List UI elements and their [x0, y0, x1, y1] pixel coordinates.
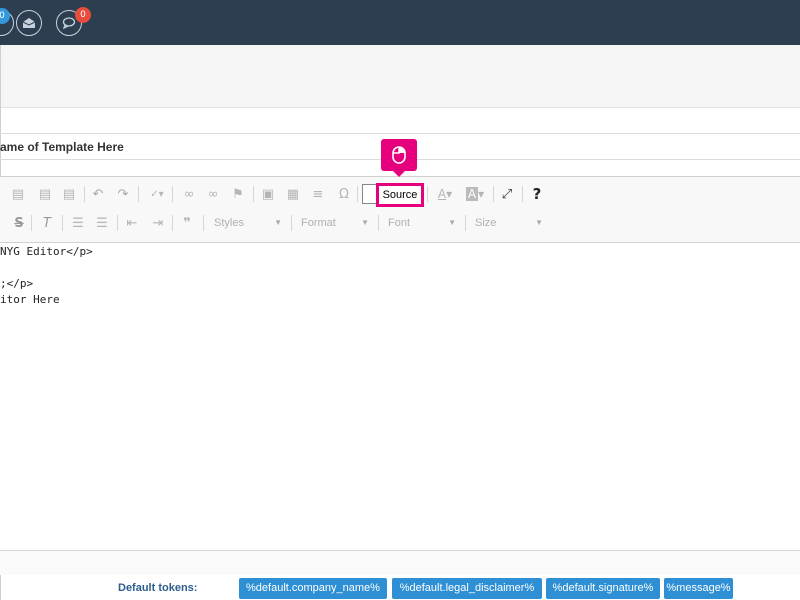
toolbar-separator — [427, 186, 428, 202]
toolbar-separator — [84, 186, 85, 202]
image-icon[interactable]: ▣ — [259, 185, 277, 203]
blockquote-icon[interactable]: ❞ — [178, 214, 196, 232]
undo-icon[interactable]: ↶ — [89, 185, 107, 203]
paste-word-icon[interactable]: ▤ — [60, 185, 78, 203]
toolbar-separator — [493, 186, 494, 202]
spellcheck-icon[interactable]: ✓▾ — [146, 185, 168, 203]
toolbar-separator — [357, 186, 358, 202]
top-navbar: 0 0 — [0, 0, 800, 45]
toolbar-separator — [117, 215, 118, 231]
toolbar-separator — [465, 215, 466, 231]
chevron-down-icon: ▼ — [361, 218, 369, 227]
size-dropdown-label: Size — [475, 217, 497, 229]
toolbar-separator — [172, 186, 173, 202]
source-editor-area[interactable]: NYG Editor</p> ;</p> itor Here — [0, 243, 800, 550]
messages-button[interactable] — [16, 10, 42, 36]
paste-text-icon[interactable]: ▤ — [36, 185, 54, 203]
token-message[interactable]: %message% — [664, 578, 733, 599]
numbered-list-icon[interactable]: ☰ — [69, 214, 87, 232]
table-icon[interactable]: ▦ — [284, 185, 302, 203]
token-legal-disclaimer[interactable]: %default.legal_disclaimer% — [392, 578, 542, 599]
anchor-flag-icon[interactable]: ⚑ — [229, 185, 247, 203]
chevron-down-icon: ▼ — [535, 218, 543, 227]
toolbar-separator — [62, 215, 63, 231]
click-indicator — [381, 139, 417, 177]
bulleted-list-icon[interactable]: ☰ — [93, 214, 111, 232]
increase-indent-icon[interactable]: ⇥ — [149, 214, 167, 232]
format-dropdown-label: Format — [301, 217, 336, 229]
font-dropdown-label: Font — [388, 217, 411, 229]
size-dropdown[interactable]: Size ▼ — [475, 213, 543, 233]
source-button[interactable]: Source — [376, 183, 424, 207]
editor-line: NYG Editor</p> — [0, 245, 93, 258]
paste-icon[interactable]: ▤ — [9, 185, 27, 203]
chevron-down-icon: ▼ — [274, 218, 282, 227]
editor-status-bar — [0, 550, 800, 575]
default-tokens-label: Default tokens: — [118, 582, 198, 594]
toolbar-separator — [203, 215, 204, 231]
remove-format-icon[interactable]: T — [38, 214, 56, 232]
envelope-icon — [22, 18, 36, 28]
link-icon[interactable]: ∞ — [180, 185, 198, 203]
horizontal-rule-icon[interactable]: ≡ — [309, 185, 327, 203]
toolbar-separator — [522, 186, 523, 202]
styles-dropdown-label: Styles — [214, 217, 244, 229]
token-company-name[interactable]: %default.company_name% — [239, 578, 387, 599]
decrease-indent-icon[interactable]: ⇤ — [123, 214, 141, 232]
strikethrough-icon[interactable]: S — [10, 214, 28, 232]
page-header-bar: › — [0, 45, 800, 108]
chat-count-badge: 0 — [75, 7, 91, 23]
editor-line: ;</p> — [0, 277, 34, 290]
editor-line: itor Here — [0, 293, 60, 306]
styles-dropdown[interactable]: Styles ▼ — [214, 213, 282, 233]
toolbar-separator — [172, 215, 173, 231]
toolbar-separator — [138, 186, 139, 202]
redo-icon[interactable]: ↷ — [114, 185, 132, 203]
background-color-icon[interactable]: A ▾ — [463, 185, 487, 203]
text-color-icon[interactable]: A ▾ — [434, 185, 456, 203]
maximize-icon[interactable]: ⤢ — [498, 185, 516, 203]
font-dropdown[interactable]: Font ▼ — [388, 213, 456, 233]
help-icon[interactable]: ? — [528, 185, 546, 203]
chevron-down-icon: ▼ — [448, 218, 456, 227]
unlink-icon[interactable]: ∞ — [204, 185, 222, 203]
toolbar-separator — [291, 215, 292, 231]
toolbar-separator — [253, 186, 254, 202]
special-char-omega-icon[interactable]: Ω — [335, 185, 353, 203]
toolbar-separator — [31, 215, 32, 231]
mouse-icon — [392, 146, 406, 164]
toolbar-separator — [378, 215, 379, 231]
format-dropdown[interactable]: Format ▼ — [301, 213, 369, 233]
token-signature[interactable]: %default.signature% — [546, 578, 660, 599]
chat-icon — [62, 17, 76, 30]
